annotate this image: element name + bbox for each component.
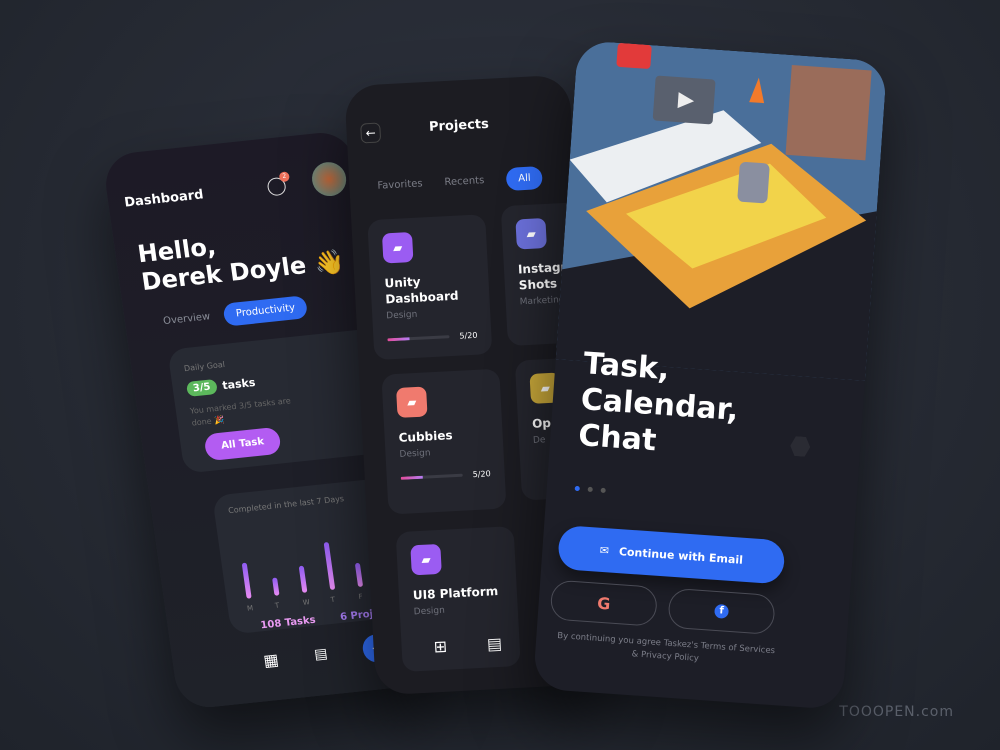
chart-bar	[241, 562, 252, 599]
tab-favorites[interactable]: Favorites	[377, 178, 423, 191]
progress-label: 5/20	[472, 469, 491, 480]
project-name: Unity Dashboard	[384, 274, 459, 307]
tab-bar: Favorites Recents All	[377, 166, 544, 198]
mail-icon: ✉	[599, 543, 610, 557]
daily-goal-label: Daily Goal	[183, 359, 226, 374]
project-name: UI8 Platform	[412, 583, 499, 603]
page-title: Projects	[428, 116, 490, 135]
document-icon[interactable]: ▤	[486, 634, 502, 654]
grid-icon[interactable]: ▦	[262, 649, 280, 669]
project-card[interactable]: ▰ Cubbies Design 5/20	[381, 368, 507, 515]
project-icon: ▰	[410, 543, 442, 576]
hexagon-icon	[790, 436, 811, 457]
email-button-label: Continue with Email	[618, 544, 744, 567]
goal-unit: tasks	[221, 375, 257, 393]
workspace-illustration	[555, 39, 888, 381]
onboarding-screen: Task, Calendar, Chat ✉ Continue with Email …	[532, 39, 888, 711]
chat-icon[interactable]: 2	[266, 171, 291, 197]
google-icon: G	[596, 593, 612, 614]
project-progress: 5/20	[400, 469, 491, 483]
project-icon: ▰	[381, 231, 414, 264]
page-dot[interactable]	[600, 487, 606, 493]
greeting: Hello, Derek Doyle 👋	[135, 232, 347, 297]
page-indicator	[574, 485, 606, 493]
chart-title: Completed in the last 7 Days	[227, 494, 345, 516]
watermark: TOOOPEN.com	[839, 704, 954, 720]
day-label: W	[302, 598, 311, 607]
document-icon[interactable]: ▤	[313, 646, 328, 663]
project-progress: 5/20	[387, 330, 478, 345]
project-icon: ▰	[515, 217, 547, 250]
project-icon: ▰	[396, 386, 428, 418]
facebook-button[interactable]: f	[667, 587, 776, 636]
continue-with-email-button[interactable]: ✉ Continue with Email	[557, 524, 786, 585]
chart-bar	[323, 541, 336, 590]
tab-all[interactable]: All	[505, 166, 544, 191]
day-label: T	[330, 595, 336, 604]
goal-badge: 3/5	[185, 378, 218, 397]
bottom-nav: ⊞ ▤	[433, 634, 502, 657]
project-card[interactable]: ▰ Unity Dashboard Design 5/20	[367, 214, 493, 361]
all-task-button[interactable]: All Task	[203, 426, 282, 462]
wave-icon: 👋	[312, 247, 347, 278]
headline: Task, Calendar, Chat	[577, 346, 740, 459]
day-label: M	[246, 604, 254, 613]
chart-bar	[354, 562, 364, 588]
grid-icon[interactable]: ⊞	[433, 637, 447, 657]
page-dot[interactable]	[587, 486, 593, 493]
page-dot-active[interactable]	[574, 485, 580, 492]
project-category: Design	[413, 605, 446, 618]
day-label: T	[274, 601, 280, 610]
page-title: Dashboard	[123, 187, 205, 211]
terms-text: By continuing you agree Taskez's Terms o…	[556, 630, 776, 664]
tab-bar: Overview Productivity	[162, 295, 309, 333]
notification-badge: 2	[278, 171, 291, 183]
avatar[interactable]	[309, 160, 349, 198]
facebook-icon: f	[714, 603, 730, 619]
tab-productivity[interactable]: Productivity	[222, 295, 309, 327]
day-label: F	[357, 592, 364, 602]
chart-bar	[272, 577, 280, 596]
chart-bar	[298, 565, 308, 593]
tab-overview[interactable]: Overview	[163, 311, 211, 327]
project-name: Cubbies	[398, 428, 453, 445]
tab-recents[interactable]: Recents	[444, 175, 484, 188]
project-category: Design	[386, 309, 418, 322]
google-button[interactable]: G	[549, 579, 659, 627]
progress-label: 5/20	[459, 330, 478, 341]
tasks-count: 108 Tasks	[259, 614, 317, 632]
project-category: Design	[399, 448, 431, 460]
goal-message: You marked 3/5 tasks are done 🎉	[189, 396, 292, 428]
